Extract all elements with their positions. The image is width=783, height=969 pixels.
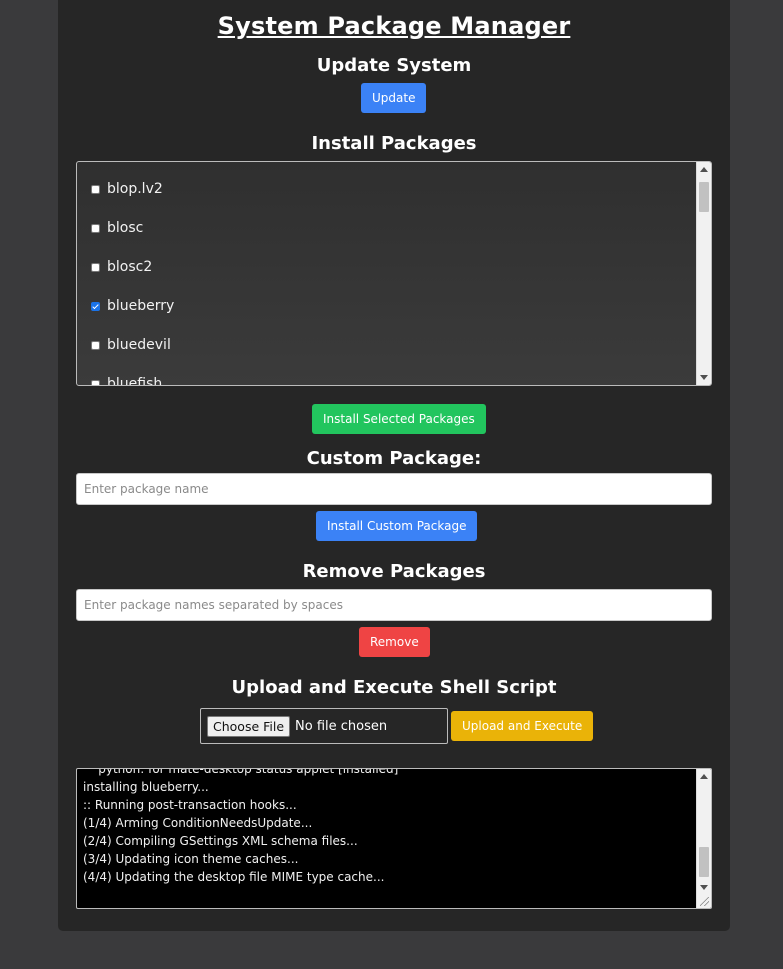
scrollbar-thumb[interactable] bbox=[699, 847, 709, 877]
output-console[interactable]: python: for mate-desktop status applet [… bbox=[76, 768, 712, 909]
package-checkbox[interactable] bbox=[91, 262, 100, 272]
output-line: (1/4) Arming ConditionNeedsUpdate... bbox=[83, 816, 313, 830]
package-checkbox[interactable] bbox=[91, 379, 100, 385]
file-status-text: No file chosen bbox=[295, 718, 388, 734]
package-item[interactable]: bluedevil bbox=[91, 335, 171, 355]
resize-grip-icon[interactable] bbox=[700, 897, 709, 906]
package-checkbox[interactable] bbox=[91, 223, 100, 233]
package-label: bluedevil bbox=[107, 337, 171, 353]
package-checkbox[interactable] bbox=[91, 340, 100, 350]
output-line: python: for mate-desktop status applet [… bbox=[83, 768, 399, 776]
file-input[interactable]: Choose File No file chosen bbox=[200, 708, 448, 744]
update-button[interactable]: Update bbox=[361, 83, 427, 113]
remove-button[interactable]: Remove bbox=[359, 627, 430, 657]
package-item[interactable]: bluefish bbox=[91, 374, 163, 386]
scroll-up-icon[interactable] bbox=[700, 774, 708, 779]
choose-file-button[interactable]: Choose File bbox=[207, 715, 291, 737]
package-label: bluefish bbox=[107, 376, 163, 386]
package-label: blop.lv2 bbox=[107, 181, 163, 197]
package-list-scrollbar[interactable] bbox=[696, 162, 711, 385]
package-label: blosc bbox=[107, 220, 144, 236]
page-title: System Package Manager bbox=[217, 12, 571, 40]
output-scrollbar[interactable] bbox=[696, 769, 711, 908]
package-item[interactable]: blop.lv2 bbox=[91, 179, 163, 199]
remove-packages-input[interactable] bbox=[76, 589, 712, 621]
custom-package-heading: Custom Package: bbox=[306, 448, 482, 469]
package-label: blueberry bbox=[107, 298, 175, 314]
output-line: installing blueberry... bbox=[83, 780, 209, 794]
upload-heading: Upload and Execute Shell Script bbox=[231, 677, 557, 698]
package-checkbox[interactable] bbox=[91, 301, 100, 311]
update-heading: Update System bbox=[316, 55, 472, 76]
install-selected-button[interactable]: Install Selected Packages bbox=[312, 404, 486, 434]
scroll-down-icon[interactable] bbox=[700, 885, 708, 890]
package-item[interactable]: blueberry bbox=[91, 296, 174, 316]
output-line: :: Running post-transaction hooks... bbox=[83, 798, 297, 812]
custom-package-input[interactable] bbox=[76, 473, 712, 505]
install-custom-button[interactable]: Install Custom Package bbox=[316, 511, 478, 541]
remove-heading: Remove Packages bbox=[302, 561, 486, 582]
package-list[interactable]: blop.lv2 blosc blosc2 blueberry bluedevil blu… bbox=[76, 161, 712, 386]
output-line: (3/4) Updating icon theme caches... bbox=[83, 852, 299, 866]
package-label: blosc2 bbox=[107, 259, 153, 275]
install-heading: Install Packages bbox=[311, 133, 477, 154]
scrollbar-thumb[interactable] bbox=[699, 182, 709, 212]
scroll-up-icon[interactable] bbox=[700, 167, 708, 172]
output-line: (2/4) Compiling GSettings XML schema fil… bbox=[83, 834, 358, 848]
output-line: (4/4) Updating the desktop file MIME typ… bbox=[83, 870, 385, 884]
package-item[interactable]: blosc2 bbox=[91, 257, 152, 277]
package-item[interactable]: blosc bbox=[91, 218, 143, 238]
upload-execute-button[interactable]: Upload and Execute bbox=[451, 711, 594, 741]
package-checkbox[interactable] bbox=[91, 184, 100, 194]
scroll-down-icon[interactable] bbox=[700, 375, 708, 380]
output-lines: python: for mate-desktop status applet [… bbox=[83, 768, 399, 886]
package-manager-panel: System Package Manager Update System Upd… bbox=[58, 0, 730, 931]
